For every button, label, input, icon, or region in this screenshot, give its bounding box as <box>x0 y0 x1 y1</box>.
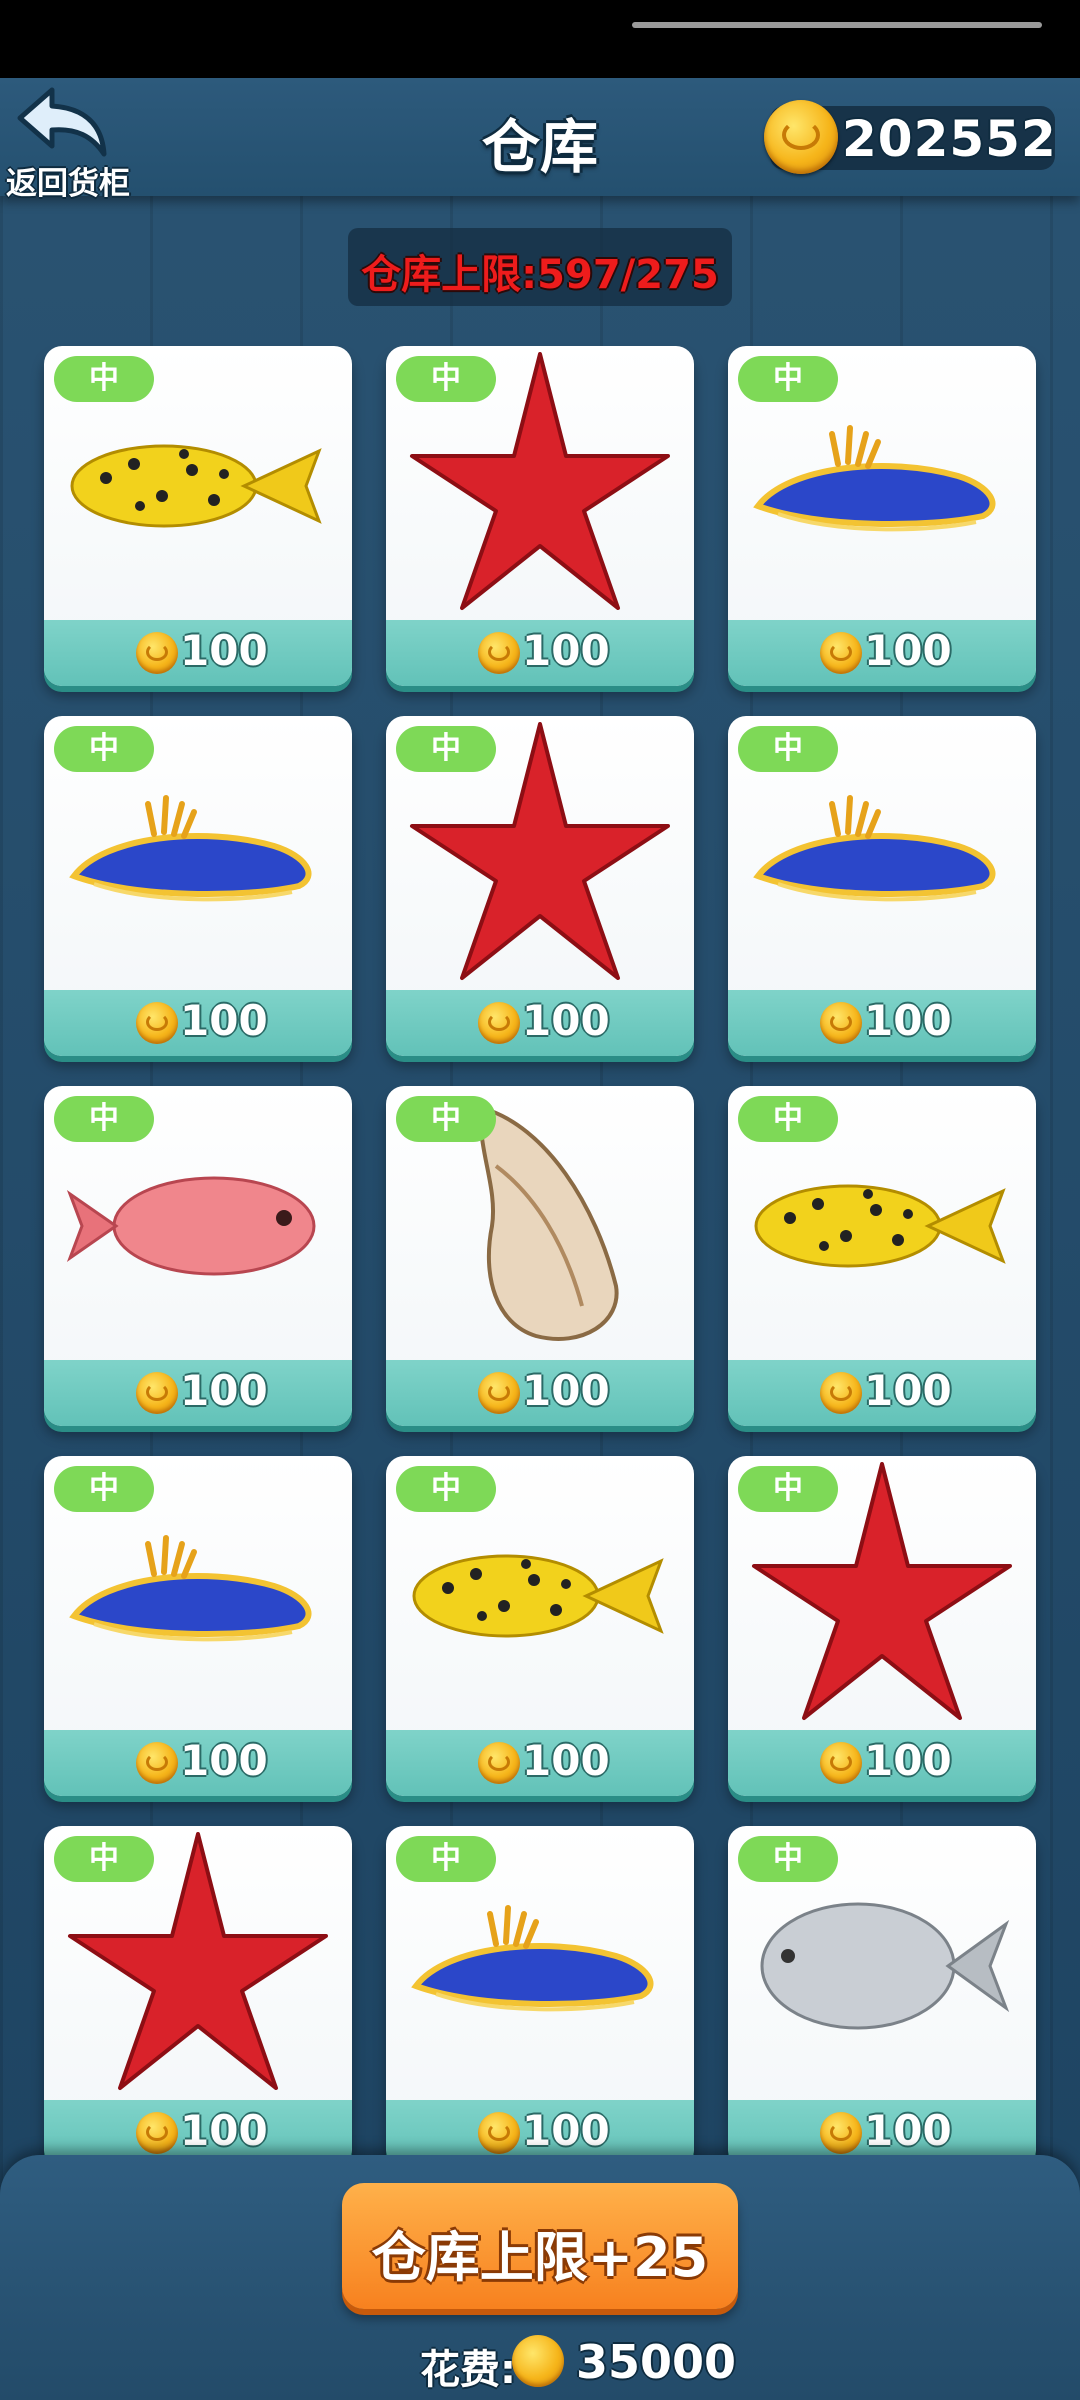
inventory-item-card[interactable]: 中 100 <box>44 1086 352 1426</box>
item-price: 100 <box>522 1736 610 1785</box>
coin-icon <box>478 1742 520 1784</box>
coin-icon <box>764 100 838 174</box>
grade-badge: 中 <box>738 1836 838 1882</box>
coin-icon <box>820 1372 862 1414</box>
grade-badge: 中 <box>396 726 496 772</box>
inventory-item-card[interactable]: 中 100 <box>44 716 352 1056</box>
coin-icon <box>136 1372 178 1414</box>
price-strip: 100 <box>728 620 1036 686</box>
inventory-item-card[interactable]: 中 100 <box>44 1826 352 2155</box>
top-header: 返回货柜 仓库 202552 <box>0 78 1080 202</box>
inventory-grid[interactable]: 中 100 中 100 中 100 中 100 中 100 中 100 中 100 中 100 中 100 中 100… <box>0 340 1080 2155</box>
price-strip: 100 <box>386 990 694 1056</box>
price-strip: 100 <box>44 990 352 1056</box>
item-price: 100 <box>180 1736 268 1785</box>
coin-icon <box>136 632 178 674</box>
coin-icon <box>820 632 862 674</box>
inventory-item-card[interactable]: 中 100 <box>728 1826 1036 2155</box>
coin-icon <box>136 2112 178 2154</box>
inventory-item-card[interactable]: 中 100 <box>728 1456 1036 1796</box>
capacity-text: 仓库上限:597/275 <box>361 252 719 298</box>
capacity-panel: 仓库上限:597/275 <box>348 228 732 306</box>
cost-value: 35000 <box>576 2335 737 2389</box>
grade-badge: 中 <box>396 1466 496 1512</box>
price-strip: 100 <box>386 1360 694 1426</box>
grade-badge: 中 <box>396 1096 496 1142</box>
coin-icon <box>512 2335 564 2387</box>
inventory-item-card[interactable]: 中 100 <box>386 1456 694 1796</box>
coin-balance-value: 202552 <box>842 110 1057 168</box>
grade-badge: 中 <box>54 726 154 772</box>
price-strip: 100 <box>386 620 694 686</box>
inventory-item-card[interactable]: 中 100 <box>44 346 352 686</box>
coin-icon <box>478 2112 520 2154</box>
price-strip: 100 <box>728 1730 1036 1796</box>
inventory-item-card[interactable]: 中 100 <box>44 1456 352 1796</box>
grade-badge: 中 <box>54 1096 154 1142</box>
item-price: 100 <box>864 1366 952 1415</box>
grade-badge: 中 <box>738 726 838 772</box>
price-strip: 100 <box>728 2100 1036 2155</box>
cost-label: 花费: <box>420 2347 516 2393</box>
price-strip: 100 <box>44 2100 352 2155</box>
coin-icon <box>820 1742 862 1784</box>
system-status-bar <box>0 0 1080 78</box>
price-strip: 100 <box>44 1360 352 1426</box>
coin-icon <box>136 1002 178 1044</box>
grade-badge: 中 <box>738 1096 838 1142</box>
item-price: 100 <box>522 1366 610 1415</box>
item-price: 100 <box>522 626 610 675</box>
expand-capacity-label: 仓库上限+25 <box>371 2226 709 2289</box>
item-price: 100 <box>864 626 952 675</box>
grade-badge: 中 <box>396 356 496 402</box>
item-price: 100 <box>864 1736 952 1785</box>
item-price: 100 <box>180 626 268 675</box>
expand-capacity-button[interactable]: 仓库上限+25 <box>342 2183 738 2309</box>
inventory-item-card[interactable]: 中 100 <box>386 1826 694 2155</box>
grade-badge: 中 <box>396 1836 496 1882</box>
grade-badge: 中 <box>54 356 154 402</box>
item-price: 100 <box>180 2106 268 2155</box>
coin-icon <box>136 1742 178 1784</box>
item-price: 100 <box>180 1366 268 1415</box>
inventory-item-card[interactable]: 中 100 <box>386 716 694 1056</box>
coin-icon <box>478 1002 520 1044</box>
coin-icon <box>478 632 520 674</box>
grade-badge: 中 <box>738 356 838 402</box>
inventory-item-card[interactable]: 中 100 <box>728 1086 1036 1426</box>
coin-balance: 202552 <box>764 100 1057 174</box>
grade-badge: 中 <box>738 1466 838 1512</box>
item-price: 100 <box>864 996 952 1045</box>
inventory-item-card[interactable]: 中 100 <box>728 346 1036 686</box>
cost-row: 花费: 35000 <box>420 2331 840 2393</box>
price-strip: 100 <box>386 2100 694 2155</box>
inventory-item-card[interactable]: 中 100 <box>386 346 694 686</box>
grade-badge: 中 <box>54 1466 154 1512</box>
inventory-item-card[interactable]: 中 100 <box>386 1086 694 1426</box>
inventory-item-card[interactable]: 中 100 <box>728 716 1036 1056</box>
coin-icon <box>820 2112 862 2154</box>
grade-badge: 中 <box>54 1836 154 1882</box>
price-strip: 100 <box>728 1360 1036 1426</box>
item-price: 100 <box>180 996 268 1045</box>
price-strip: 100 <box>728 990 1036 1056</box>
price-strip: 100 <box>386 1730 694 1796</box>
item-price: 100 <box>522 996 610 1045</box>
bottom-panel: 仓库上限+25 花费: 35000 <box>0 2155 1080 2400</box>
price-strip: 100 <box>44 620 352 686</box>
coin-icon <box>478 1372 520 1414</box>
item-price: 100 <box>522 2106 610 2155</box>
coin-icon <box>820 1002 862 1044</box>
item-price: 100 <box>864 2106 952 2155</box>
status-indicator-pill <box>632 22 1042 28</box>
price-strip: 100 <box>44 1730 352 1796</box>
